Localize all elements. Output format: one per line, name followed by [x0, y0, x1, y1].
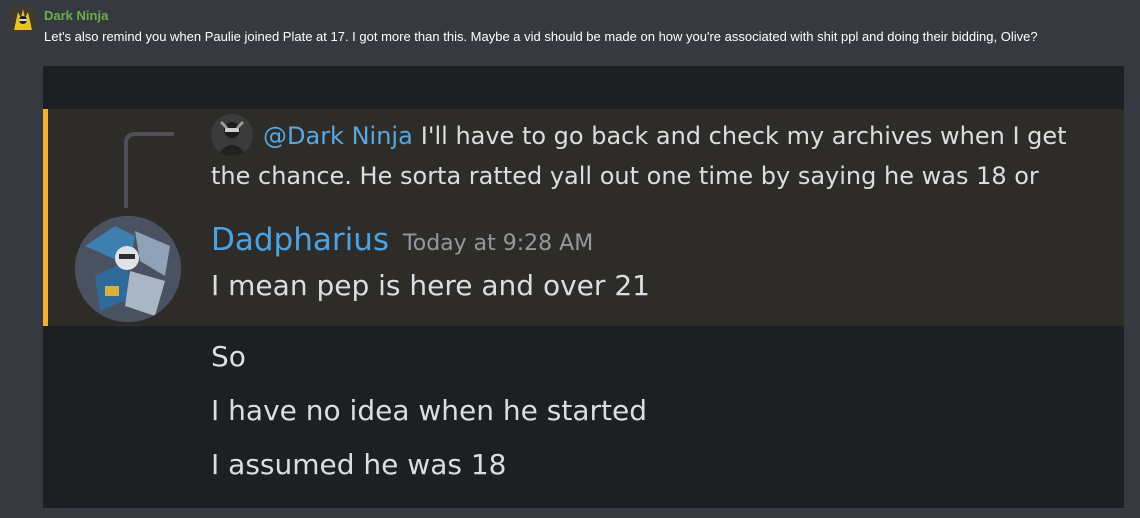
highlighted-message: @Dark Ninja I'll have to go back and chec…	[43, 109, 1124, 326]
post-author-name[interactable]: Dark Ninja	[44, 8, 108, 23]
message-header: Dadpharius Today at 9:28 AM	[211, 222, 593, 258]
reply-mention[interactable]: @Dark Ninja	[263, 122, 413, 150]
forum-post-header: Dark Ninja Let's also remind you when Pa…	[0, 0, 1140, 66]
message-author-avatar[interactable]	[75, 216, 181, 322]
ninja-avatar-icon	[10, 6, 36, 32]
message-line: So	[211, 340, 246, 373]
message-line: I assumed he was 18	[211, 448, 507, 481]
message-timestamp[interactable]: Today at 9:28 AM	[403, 231, 593, 256]
message-line: I have no idea when he started	[211, 394, 647, 427]
reply-preview-text[interactable]: @Dark Ninja I'll have to go back and chec…	[211, 116, 1091, 196]
armored-knight-avatar-icon	[75, 216, 181, 322]
reply-connector-line	[124, 132, 174, 208]
message-username[interactable]: Dadpharius	[211, 222, 389, 258]
post-author-avatar[interactable]	[10, 6, 36, 32]
message-line: I mean pep is here and over 21	[211, 269, 650, 302]
post-body-text: Let's also remind you when Paulie joined…	[44, 29, 1038, 44]
mention-highlight-bar	[43, 109, 48, 326]
embedded-discord-screenshot: @Dark Ninja I'll have to go back and chec…	[43, 66, 1124, 508]
